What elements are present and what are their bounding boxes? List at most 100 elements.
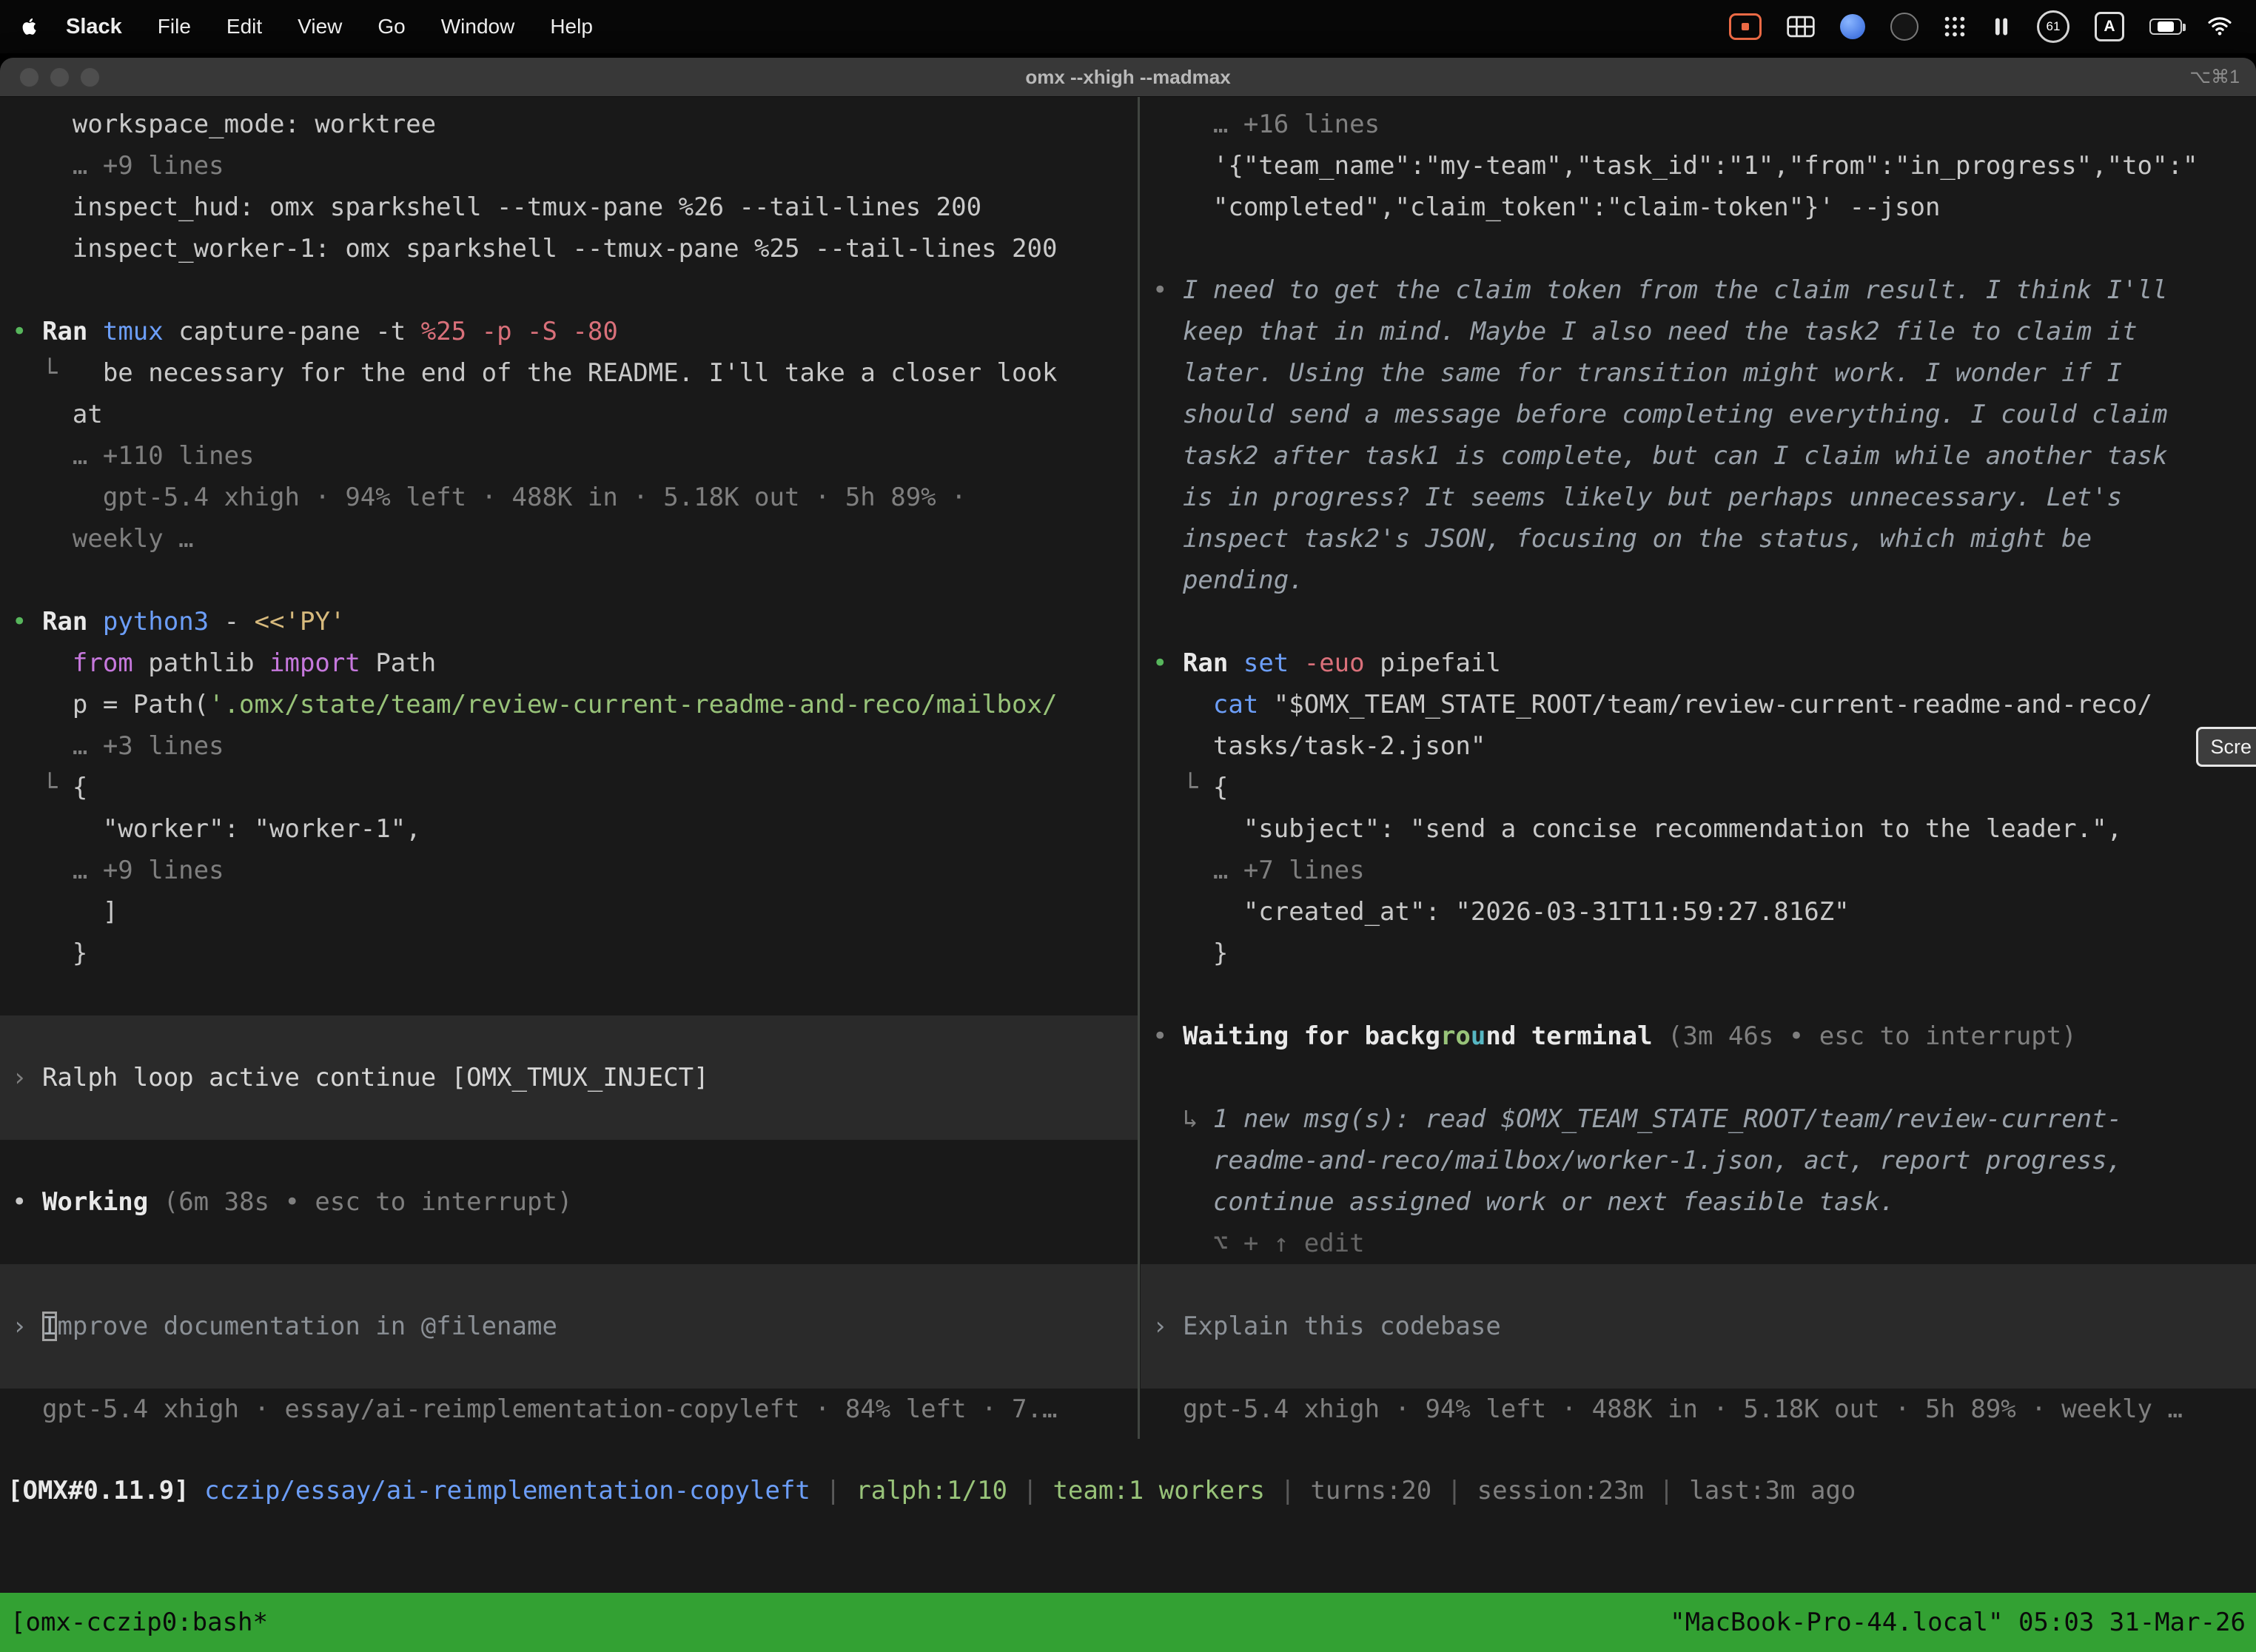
terminal-line: gpt-5.4 xhigh · 94% left · 488K in · 5.1…	[1141, 1389, 2256, 1430]
wifi-icon[interactable]	[2207, 16, 2232, 37]
tmux-pane-left[interactable]: workspace_mode: worktree … +9 lines insp…	[0, 97, 1138, 1439]
text-segment: |	[1431, 1476, 1477, 1505]
terminal-line: keep that in mind. Maybe I also need the…	[1141, 311, 2256, 352]
text-segment: -euo	[1304, 648, 1380, 678]
dark-app-icon[interactable]	[1890, 13, 1918, 41]
terminal-line	[0, 1223, 1138, 1264]
terminal-line	[0, 1015, 1138, 1057]
text-segment: last:3m ago	[1689, 1476, 1856, 1505]
text-segment: |	[810, 1476, 856, 1505]
text-segment: I	[42, 1312, 57, 1341]
text-segment	[1152, 856, 1213, 885]
terminal-line: }	[1141, 933, 2256, 974]
terminal-line: inspect task2's JSON, focusing on the st…	[1141, 518, 2256, 560]
text-segment: •	[12, 1187, 42, 1217]
text-segment: … +110 lines	[73, 441, 255, 471]
text-segment: should send a message before completing …	[1152, 400, 2167, 429]
screen-recording-indicator-icon[interactable]	[1729, 13, 1762, 40]
blue-app-icon[interactable]	[1840, 14, 1865, 39]
text-segment: is in progress? It seems likely but perh…	[1152, 483, 2122, 512]
text-segment: 1 new msg(s): read $OMX_TEAM_STATE_ROOT/…	[1213, 1104, 2122, 1134]
terminal-line: … +9 lines	[0, 850, 1138, 891]
text-segment: "created_at": "2026-03-31T11:59:27.816Z"	[1152, 897, 1850, 927]
menu-file[interactable]: File	[158, 15, 191, 38]
menu-window[interactable]: Window	[441, 15, 515, 38]
window-titlebar[interactable]: omx --xhigh --madmax ⌥⌘1	[0, 58, 2256, 97]
terminal-line: from pathlib import Path	[0, 642, 1138, 684]
text-segment: weekly …	[12, 524, 194, 554]
prompt-line: › Explain this codebase	[1141, 1306, 2256, 1347]
menu-view[interactable]: View	[298, 15, 342, 38]
keyboard-grid-icon[interactable]	[1787, 16, 1815, 38]
text-segment: … +7 lines	[1213, 856, 1365, 885]
terminal-line: ]	[0, 891, 1138, 933]
text-segment: '{"team_name":"my-team","task_id":"1","f…	[1152, 151, 2198, 181]
text-segment: gpt-5.4 xhigh · essay/ai-reimplementatio…	[12, 1394, 1057, 1424]
text-segment: └	[1152, 773, 1198, 802]
column-bars-icon[interactable]	[1991, 16, 2012, 38]
text-segment: ›	[12, 1063, 42, 1092]
input-source-icon[interactable]: A	[2095, 12, 2124, 41]
text-segment: ralph:1/10	[856, 1476, 1007, 1505]
terminal-line	[0, 1140, 1138, 1181]
terminal-content: workspace_mode: worktree … +9 lines insp…	[0, 97, 2256, 1652]
terminal-line: └ {	[1141, 767, 2256, 808]
tmux-pane-right[interactable]: … +16 lines '{"team_name":"my-team","tas…	[1141, 97, 2256, 1439]
text-segment: └	[12, 358, 57, 388]
battery-icon[interactable]	[2149, 19, 2182, 35]
text-segment: u	[1471, 1021, 1485, 1051]
text-segment: turns:20	[1310, 1476, 1431, 1505]
window-title: omx --xhigh --madmax	[0, 66, 2256, 89]
text-segment: python3	[103, 607, 224, 637]
text-segment: Ran	[42, 607, 103, 637]
text-segment: |	[1644, 1476, 1689, 1505]
terminal-line: workspace_mode: worktree	[0, 104, 1138, 145]
pane-divider[interactable]	[1138, 97, 1140, 1439]
terminal-line: • Working (6m 38s • esc to interrupt)	[0, 1181, 1138, 1223]
dots-grid-icon[interactable]	[1944, 16, 1966, 38]
screen-overlay-badge: Scre	[2196, 727, 2256, 767]
menu-help[interactable]: Help	[550, 15, 593, 38]
terminal-line: └ be necessary for the end of the README…	[0, 352, 1138, 394]
battery-fill	[2158, 21, 2174, 32]
text-segment: ↳	[1152, 1104, 1213, 1134]
tmux-host-clock: "MacBook-Pro-44.local" 05:03 31-Mar-26	[1670, 1608, 2246, 1637]
text-segment: … +3 lines	[73, 731, 224, 761]
terminal-line: gpt-5.4 xhigh · essay/ai-reimplementatio…	[0, 1389, 1138, 1430]
terminal-line: … +9 lines	[0, 145, 1138, 187]
terminal-line: "subject": "send a concise recommendatio…	[1141, 808, 2256, 850]
menu-edit[interactable]: Edit	[226, 15, 262, 38]
text-segment: inspect task2's JSON, focusing on the st…	[1152, 524, 2092, 554]
text-segment: "$OMX_TEAM_STATE_ROOT/team/review-curren…	[1274, 690, 2152, 719]
text-segment: at	[12, 400, 103, 429]
terminal-line: gpt-5.4 xhigh · 94% left · 488K in · 5.1…	[0, 477, 1138, 518]
text-segment: ]	[12, 897, 118, 927]
terminal-line: should send a message before completing …	[1141, 394, 2256, 435]
menu-go[interactable]: Go	[377, 15, 405, 38]
text-segment	[12, 648, 73, 678]
apple-menu-icon[interactable]	[19, 15, 39, 38]
window-shortcut-hint: ⌥⌘1	[2189, 66, 2240, 88]
text-segment: Working	[42, 1187, 148, 1217]
terminal-line: task2 after task1 is complete, but can I…	[1141, 435, 2256, 477]
text-segment	[1152, 110, 1213, 139]
text-segment: pipefail	[1380, 648, 1501, 678]
text-segment: (3m 46s • esc to interrupt)	[1653, 1021, 2077, 1051]
text-segment: p = Path(	[12, 690, 209, 719]
prompt-line: › Ralph loop active continue [OMX_TMUX_I…	[0, 1057, 1138, 1098]
text-segment: }	[1152, 939, 1228, 968]
text-segment: import	[269, 648, 360, 678]
text-segment: "subject": "send a concise recommendatio…	[1152, 814, 2122, 844]
text-segment: readme-and-reco/mailbox/worker-1.json, a…	[1152, 1146, 2122, 1175]
battery-percent-ring-icon[interactable]: 61	[2037, 10, 2069, 43]
terminal-line: • I need to get the claim token from the…	[1141, 269, 2256, 311]
terminal-line: "completed","claim_token":"claim-token"}…	[1141, 187, 2256, 228]
record-dot-icon	[1742, 23, 1749, 30]
text-segment: mprove documentation in @filename	[57, 1312, 557, 1341]
text-segment: └	[12, 773, 57, 802]
terminal-line: ⌥ + ↑ edit	[1141, 1223, 2256, 1264]
active-app-name[interactable]: Slack	[66, 15, 122, 39]
terminal-line: • Ran python3 - <<'PY'	[0, 601, 1138, 642]
text-segment: •	[1152, 275, 1183, 305]
terminal-line: … +16 lines	[1141, 104, 2256, 145]
